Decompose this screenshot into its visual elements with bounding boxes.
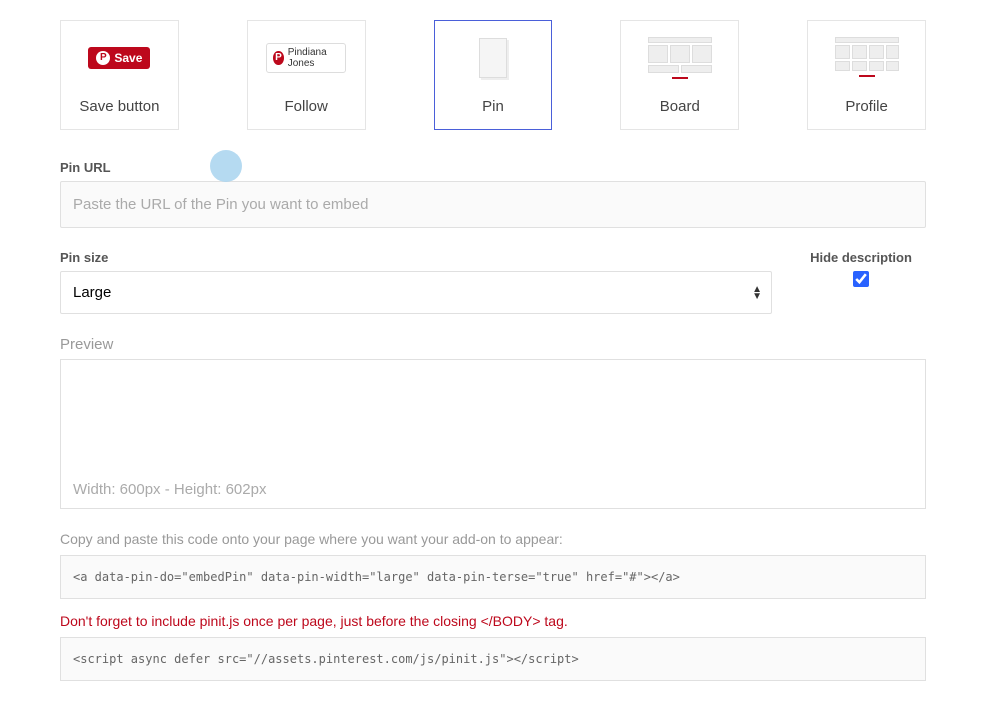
tab-profile[interactable]: Profile bbox=[807, 20, 926, 130]
cursor-indicator-icon bbox=[210, 150, 242, 182]
tab-follow[interactable]: P Pindiana Jones Follow bbox=[247, 20, 366, 130]
script-code-box[interactable]: <script async defer src="//assets.pinter… bbox=[60, 637, 926, 681]
preview-dimensions: Width: 600px - Height: 602px bbox=[73, 481, 266, 498]
follow-pill: P Pindiana Jones bbox=[266, 43, 346, 73]
tab-label: Follow bbox=[285, 98, 328, 115]
pin-size-group: Pin size Large ▲▼ bbox=[60, 250, 772, 314]
save-button-thumbnail: P Save bbox=[79, 36, 159, 80]
pinterest-icon: P bbox=[273, 51, 284, 65]
board-thumbnail bbox=[640, 36, 720, 80]
tab-pin[interactable]: Pin bbox=[434, 20, 553, 130]
pin-url-input[interactable] bbox=[60, 181, 926, 228]
pin-url-label: Pin URL bbox=[60, 160, 926, 175]
embed-code-box[interactable]: <a data-pin-do="embedPin" data-pin-width… bbox=[60, 555, 926, 599]
pin-thumbnail bbox=[453, 36, 533, 80]
embed-code-group: Copy and paste this code onto your page … bbox=[60, 531, 926, 681]
preview-box: Width: 600px - Height: 602px bbox=[60, 359, 926, 509]
widget-type-tabs: P Save Save button P Pindiana Jones Foll… bbox=[60, 20, 926, 130]
follow-pill-text: Pindiana Jones bbox=[288, 47, 339, 69]
hide-description-checkbox[interactable] bbox=[853, 271, 869, 287]
tab-save-button[interactable]: P Save Save button bbox=[60, 20, 179, 130]
copy-hint: Copy and paste this code onto your page … bbox=[60, 531, 926, 547]
preview-label: Preview bbox=[60, 336, 926, 353]
pinit-warning: Don't forget to include pinit.js once pe… bbox=[60, 613, 926, 629]
pinterest-icon: P bbox=[96, 51, 110, 65]
tab-label: Pin bbox=[482, 98, 504, 115]
pin-size-label: Pin size bbox=[60, 250, 772, 265]
tab-label: Board bbox=[660, 98, 700, 115]
follow-thumbnail: P Pindiana Jones bbox=[266, 36, 346, 80]
hide-description-group: Hide description bbox=[796, 250, 926, 290]
preview-group: Preview Width: 600px - Height: 602px bbox=[60, 336, 926, 509]
tab-label: Save button bbox=[79, 98, 159, 115]
pin-card-icon bbox=[479, 38, 507, 78]
profile-thumbnail bbox=[827, 36, 907, 80]
pin-size-select[interactable]: Large bbox=[60, 271, 772, 314]
tab-label: Profile bbox=[845, 98, 888, 115]
save-pill-text: Save bbox=[114, 51, 142, 65]
tab-board[interactable]: Board bbox=[620, 20, 739, 130]
save-pill: P Save bbox=[88, 47, 150, 69]
pin-url-group: Pin URL bbox=[60, 160, 926, 228]
hide-description-label: Hide description bbox=[796, 250, 926, 265]
